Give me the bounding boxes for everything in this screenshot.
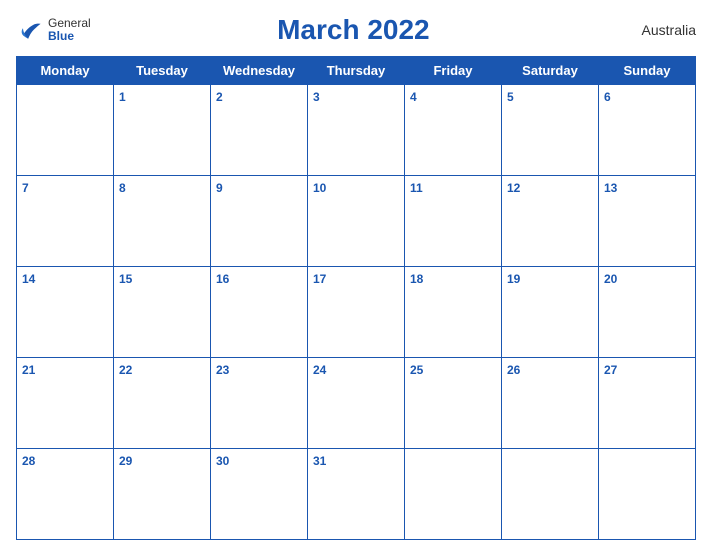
- day-number: 30: [216, 454, 229, 468]
- calendar-day-cell: 31: [308, 449, 405, 540]
- day-number: 13: [604, 181, 617, 195]
- calendar-day-cell: 11: [405, 176, 502, 267]
- col-tuesday: Tuesday: [114, 57, 211, 85]
- day-number: 2: [216, 90, 223, 104]
- calendar-week-row: 28 29 30 31: [17, 449, 696, 540]
- day-number: 27: [604, 363, 617, 377]
- calendar-week-row: 14 15 16 17 18 19 20: [17, 267, 696, 358]
- calendar-day-cell: 29: [114, 449, 211, 540]
- calendar-day-cell: 12: [502, 176, 599, 267]
- col-saturday: Saturday: [502, 57, 599, 85]
- day-number: 25: [410, 363, 423, 377]
- calendar-body: 1234567891011121314151617181920212223242…: [17, 85, 696, 540]
- calendar-day-cell: [17, 85, 114, 176]
- day-number: 31: [313, 454, 326, 468]
- col-sunday: Sunday: [599, 57, 696, 85]
- day-number: 21: [22, 363, 35, 377]
- calendar-day-cell: 1: [114, 85, 211, 176]
- calendar-table: Monday Tuesday Wednesday Thursday Friday…: [16, 56, 696, 540]
- day-number: 12: [507, 181, 520, 195]
- logo: General Blue: [16, 16, 91, 44]
- calendar-title: March 2022: [91, 14, 616, 46]
- calendar-day-cell: 17: [308, 267, 405, 358]
- calendar-day-cell: 8: [114, 176, 211, 267]
- day-number: 14: [22, 272, 35, 286]
- day-number: 1: [119, 90, 126, 104]
- day-number: 11: [410, 181, 423, 195]
- logo-bird-icon: [16, 16, 44, 44]
- calendar-day-cell: 30: [211, 449, 308, 540]
- calendar-day-cell: 3: [308, 85, 405, 176]
- day-number: 8: [119, 181, 126, 195]
- calendar-day-cell: 28: [17, 449, 114, 540]
- col-thursday: Thursday: [308, 57, 405, 85]
- calendar-day-cell: 21: [17, 358, 114, 449]
- day-number: 20: [604, 272, 617, 286]
- calendar-week-row: 1 2 3 4 5 6: [17, 85, 696, 176]
- day-number: 18: [410, 272, 423, 286]
- calendar-day-cell: 10: [308, 176, 405, 267]
- day-number: 3: [313, 90, 320, 104]
- calendar-day-cell: 20: [599, 267, 696, 358]
- day-number: 29: [119, 454, 132, 468]
- calendar-country: Australia: [616, 22, 696, 38]
- day-number: 28: [22, 454, 35, 468]
- logo-blue: Blue: [48, 30, 91, 43]
- calendar-day-cell: [405, 449, 502, 540]
- day-number: 24: [313, 363, 326, 377]
- calendar-day-cell: 15: [114, 267, 211, 358]
- calendar-day-cell: 26: [502, 358, 599, 449]
- calendar-day-cell: 22: [114, 358, 211, 449]
- day-number: 5: [507, 90, 514, 104]
- logo-text: General Blue: [48, 17, 91, 43]
- calendar-day-cell: 6: [599, 85, 696, 176]
- calendar-day-cell: 19: [502, 267, 599, 358]
- calendar-week-row: 7 8 9 10 11 12 13: [17, 176, 696, 267]
- calendar-day-cell: 7: [17, 176, 114, 267]
- day-number: 15: [119, 272, 132, 286]
- calendar-day-cell: 23: [211, 358, 308, 449]
- calendar-day-cell: 24: [308, 358, 405, 449]
- calendar-header: General Blue March 2022 Australia: [16, 10, 696, 50]
- calendar-day-cell: 18: [405, 267, 502, 358]
- calendar-day-cell: 25: [405, 358, 502, 449]
- calendar-day-cell: 27: [599, 358, 696, 449]
- calendar-day-cell: 5: [502, 85, 599, 176]
- day-number: 23: [216, 363, 229, 377]
- col-monday: Monday: [17, 57, 114, 85]
- calendar-day-cell: 4: [405, 85, 502, 176]
- calendar-header-row: Monday Tuesday Wednesday Thursday Friday…: [17, 57, 696, 85]
- day-number: 22: [119, 363, 132, 377]
- day-number: 7: [22, 181, 29, 195]
- calendar-day-cell: 9: [211, 176, 308, 267]
- day-number: 9: [216, 181, 223, 195]
- calendar-day-cell: 16: [211, 267, 308, 358]
- day-number: 19: [507, 272, 520, 286]
- day-number: 17: [313, 272, 326, 286]
- day-number: 6: [604, 90, 611, 104]
- calendar-day-cell: [599, 449, 696, 540]
- col-wednesday: Wednesday: [211, 57, 308, 85]
- day-number: 26: [507, 363, 520, 377]
- day-number: 10: [313, 181, 326, 195]
- calendar-day-cell: 13: [599, 176, 696, 267]
- calendar-day-cell: [502, 449, 599, 540]
- col-friday: Friday: [405, 57, 502, 85]
- day-number: 4: [410, 90, 417, 104]
- calendar-page: General Blue March 2022 Australia Monday…: [0, 0, 712, 550]
- day-number: 16: [216, 272, 229, 286]
- calendar-day-cell: 2: [211, 85, 308, 176]
- calendar-day-cell: 14: [17, 267, 114, 358]
- calendar-week-row: 21 22 23 24 25 26 27: [17, 358, 696, 449]
